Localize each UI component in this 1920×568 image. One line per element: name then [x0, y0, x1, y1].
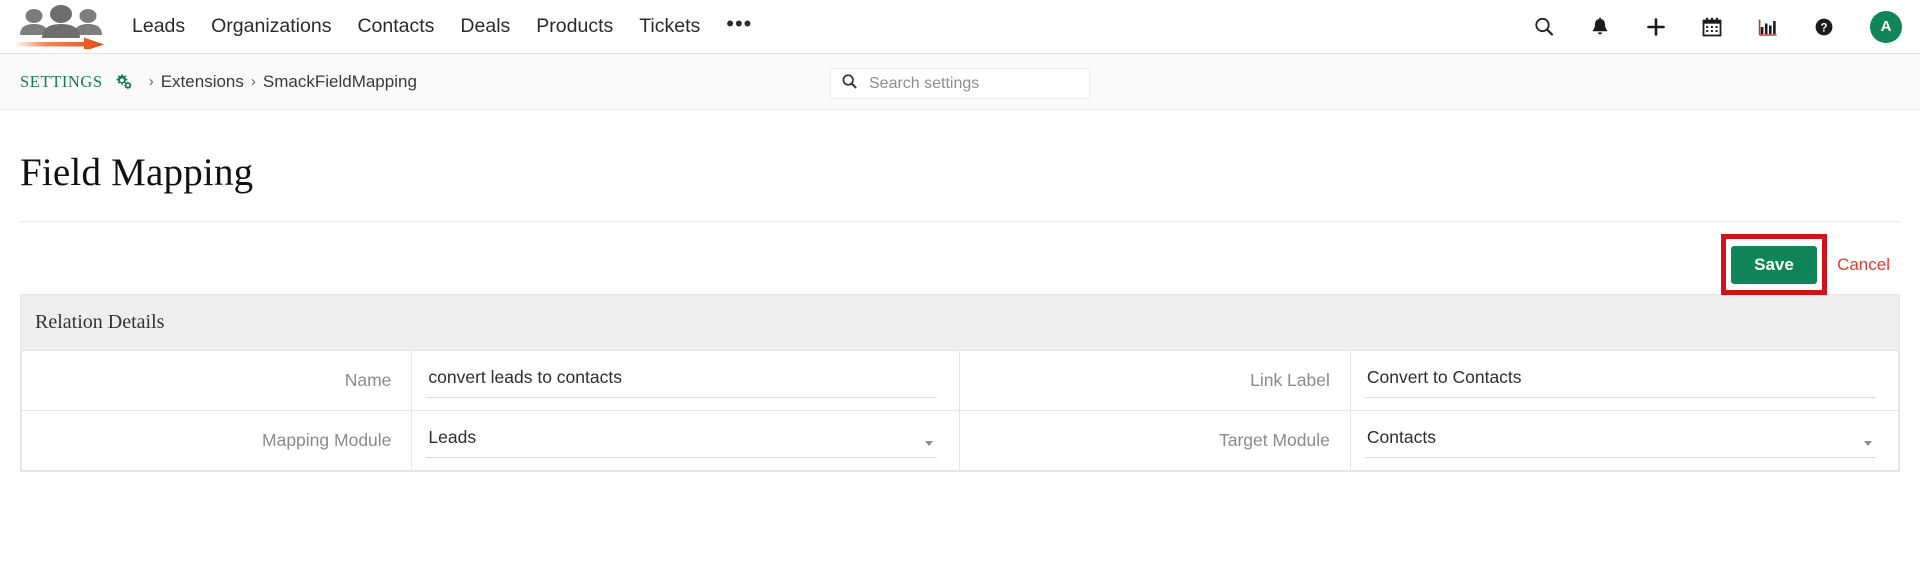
link-label-input[interactable]: Convert to Contacts [1365, 363, 1876, 398]
top-actions: ? A [1532, 11, 1902, 43]
field-cell-target-module: Contacts [1350, 411, 1898, 471]
breadcrumb-separator-1: › [149, 73, 154, 90]
chevron-down-icon [1864, 441, 1872, 446]
calendar-icon[interactable] [1700, 15, 1724, 39]
name-input[interactable]: convert leads to contacts [426, 363, 937, 398]
save-button-highlight-annotation: Save [1721, 234, 1827, 295]
target-module-value: Contacts [1367, 427, 1436, 447]
search-icon[interactable] [1532, 15, 1556, 39]
field-cell-link-label: Convert to Contacts [1350, 351, 1898, 411]
table-row: Name convert leads to contacts Link Labe… [22, 351, 1899, 411]
mapping-module-value: Leads [428, 427, 476, 447]
nav-item-tickets[interactable]: Tickets [639, 17, 700, 37]
chevron-down-icon [925, 441, 933, 446]
field-label-mapping-module: Mapping Module [22, 411, 412, 471]
field-label-target-module: Target Module [960, 411, 1350, 471]
breadcrumb-current: SmackFieldMapping [263, 72, 417, 92]
bar-chart-icon[interactable] [1756, 15, 1780, 39]
breadcrumb-extensions-link[interactable]: Extensions [161, 72, 244, 92]
search-icon [841, 73, 858, 95]
field-cell-mapping-module: Leads [412, 411, 960, 471]
plus-icon[interactable] [1644, 15, 1668, 39]
nav-item-organizations[interactable]: Organizations [211, 17, 331, 37]
relation-details-table: Name convert leads to contacts Link Labe… [21, 350, 1899, 471]
field-cell-name: convert leads to contacts [412, 351, 960, 411]
field-label-link-label: Link Label [960, 351, 1350, 411]
main-menu: Leads Organizations Contacts Deals Produ… [132, 17, 752, 37]
relation-details-panel: Name convert leads to contacts Link Labe… [20, 350, 1900, 472]
nav-item-products[interactable]: Products [536, 17, 613, 37]
search-input[interactable] [867, 74, 1067, 94]
bell-icon[interactable] [1588, 15, 1612, 39]
avatar[interactable]: A [1870, 11, 1902, 43]
panel-header: Relation Details [20, 294, 1900, 350]
breadcrumb-separator-2: › [251, 73, 256, 90]
settings-search-box[interactable] [830, 68, 1090, 99]
crm-people-arrow-logo[interactable] [12, 5, 112, 49]
top-navigation-bar: Leads Organizations Contacts Deals Produ… [0, 0, 1920, 54]
nav-item-contacts[interactable]: Contacts [357, 17, 434, 37]
svg-text:?: ? [1820, 22, 1827, 34]
field-label-name: Name [22, 351, 412, 411]
page-title: Field Mapping [20, 150, 1900, 195]
page-content: Field Mapping Save Cancel Relation Detai… [0, 150, 1920, 472]
nav-item-leads[interactable]: Leads [132, 17, 185, 37]
cancel-button[interactable]: Cancel [1837, 255, 1890, 275]
nav-more-icon[interactable]: ••• [726, 17, 752, 36]
table-row: Mapping Module Leads Target Module Conta… [22, 411, 1899, 471]
target-module-select[interactable]: Contacts [1365, 423, 1876, 458]
gears-icon[interactable] [114, 72, 133, 91]
mapping-module-select[interactable]: Leads [426, 423, 937, 458]
help-icon[interactable]: ? [1812, 15, 1836, 39]
save-button[interactable]: Save [1731, 246, 1817, 284]
action-row: Save Cancel [20, 222, 1900, 294]
breadcrumb-settings-link[interactable]: SETTINGS [20, 72, 103, 92]
nav-item-deals[interactable]: Deals [460, 17, 510, 37]
